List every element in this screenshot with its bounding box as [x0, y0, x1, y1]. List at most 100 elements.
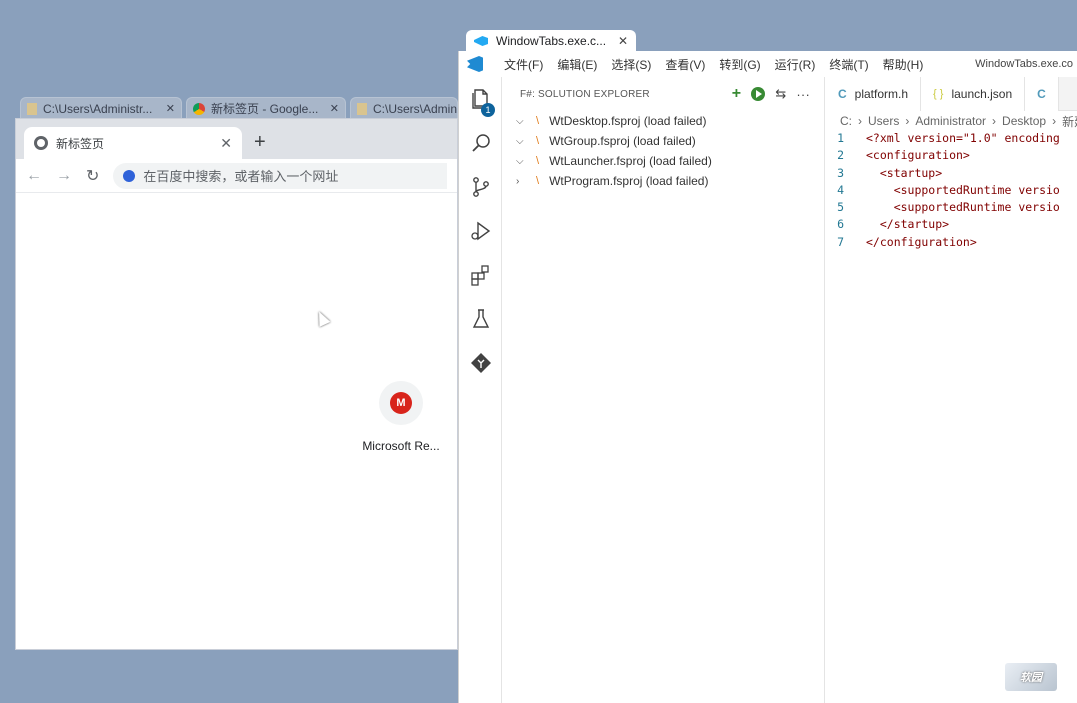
- run-debug-activity[interactable]: [459, 209, 502, 253]
- chevron-down-icon: ⌵: [516, 155, 524, 167]
- fsproj-icon: \: [536, 155, 540, 167]
- close-icon[interactable]: ✕: [330, 102, 339, 115]
- git-activity[interactable]: [459, 341, 502, 385]
- git-icon: [470, 353, 491, 373]
- tab-platform-h[interactable]: C platform.h: [826, 77, 922, 111]
- breadcrumb-item[interactable]: C:: [840, 114, 852, 128]
- chrome-tabstrip: 新标签页 ✕ +: [16, 119, 457, 159]
- line-text: </configuration>: [866, 234, 977, 249]
- menu-bar: 文件(F) 编辑(E) 选择(S) 查看(V) 转到(G) 运行(R) 终端(T…: [459, 51, 1077, 77]
- menu-help[interactable]: 帮助(H): [876, 56, 931, 73]
- window-title: WindowTabs.exe.co: [975, 58, 1073, 70]
- menu-edit[interactable]: 编辑(E): [550, 56, 604, 73]
- shortcut-tile[interactable]: M Microsoft Re...: [356, 381, 446, 453]
- c-file-icon: C: [838, 87, 847, 101]
- extensions-activity[interactable]: [459, 253, 502, 297]
- menu-terminal[interactable]: 终端(T): [822, 56, 875, 73]
- chrome-icon: [193, 102, 205, 115]
- explorer-activity[interactable]: 1: [459, 77, 502, 121]
- outer-tab-label: C:\Users\Administr...: [43, 101, 153, 116]
- tab-overflow[interactable]: C: [1025, 77, 1059, 111]
- line-number: 3: [837, 165, 844, 180]
- project-item[interactable]: ⌵ \ WtGroup.fsproj (load failed): [502, 131, 824, 151]
- breadcrumb-item[interactable]: Administrator: [915, 114, 986, 128]
- outer-tab-vscode[interactable]: WindowTabs.exe.c... ✕: [466, 30, 636, 52]
- outer-tab-label: 新标签页 - Google...: [211, 102, 319, 116]
- explorer-badge: 1: [481, 103, 495, 117]
- chevron-right-icon: ›: [992, 114, 997, 128]
- testing-activity[interactable]: [459, 297, 502, 341]
- source-control-icon: [472, 177, 489, 197]
- line-text: <supportedRuntime versio: [866, 182, 1060, 197]
- project-item[interactable]: › \ WtProgram.fsproj (load failed): [502, 171, 824, 191]
- close-icon[interactable]: ✕: [618, 34, 628, 48]
- back-arrow-icon[interactable]: ←: [26, 167, 42, 185]
- code-editor[interactable]: 1 <?xml version="1.0" encoding 2 <configur…: [826, 131, 1077, 252]
- breadcrumb: C: › Users › Administrator › Desktop › 新…: [826, 111, 1077, 131]
- project-name: WtLauncher.fsproj (load failed): [549, 154, 712, 168]
- breadcrumb-item[interactable]: Users: [868, 114, 899, 128]
- code-line: 1 <?xml version="1.0" encoding: [826, 131, 1077, 148]
- menu-file[interactable]: 文件(F): [497, 56, 550, 73]
- vscode-icon: [474, 36, 488, 46]
- search-activity[interactable]: [459, 121, 502, 165]
- source-control-activity[interactable]: [459, 165, 502, 209]
- sidebar-title: F#: SOLUTION EXPLORER: [520, 88, 650, 100]
- new-tab-button[interactable]: +: [254, 131, 266, 154]
- line-number: 4: [837, 182, 844, 197]
- run-icon[interactable]: [751, 87, 766, 101]
- folder-icon: [357, 102, 367, 115]
- run-debug-icon: [470, 221, 490, 241]
- activity-bar: 1: [459, 77, 502, 703]
- line-number: 1: [837, 131, 844, 145]
- menu-run[interactable]: 运行(R): [768, 56, 823, 73]
- project-item[interactable]: ⌵ \ WtLauncher.fsproj (load failed): [502, 151, 824, 171]
- editor-tab-label: platform.h: [854, 87, 909, 101]
- fsproj-icon: \: [536, 175, 540, 187]
- close-icon[interactable]: ✕: [166, 102, 175, 115]
- omnibox-input[interactable]: 在百度中搜索，或者输入一个网址: [113, 162, 447, 189]
- chevron-right-icon: ›: [1052, 114, 1057, 128]
- menu-go[interactable]: 转到(G): [712, 56, 767, 73]
- refresh-icon[interactable]: ⇆: [775, 86, 786, 102]
- chevron-right-icon: ›: [905, 114, 910, 128]
- menu-selection[interactable]: 选择(S): [604, 56, 658, 73]
- code-line: 5 <supportedRuntime versio: [826, 200, 1077, 217]
- line-text: </startup>: [866, 217, 950, 232]
- chrome-tab-newtab[interactable]: 新标签页 ✕: [24, 127, 242, 159]
- solution-explorer: F#: SOLUTION EXPLORER + ⇆ ··· ⌵ \ WtDesk…: [502, 77, 825, 703]
- outer-tab-chrome[interactable]: 新标签页 - Google... ✕: [186, 97, 346, 119]
- outer-tab-label: WindowTabs.exe.c...: [496, 34, 607, 48]
- chevron-down-icon: ⌵: [516, 135, 524, 147]
- mouse-cursor-icon: [313, 309, 331, 327]
- tab-launch-json[interactable]: { } launch.json: [921, 77, 1026, 111]
- vscode-logo-icon: [467, 56, 483, 72]
- shortcut-letter: M: [390, 392, 412, 414]
- globe-icon: [34, 136, 48, 150]
- breadcrumb-item[interactable]: Desktop: [1002, 114, 1046, 128]
- breadcrumb-item[interactable]: 新建: [1062, 113, 1077, 130]
- chevron-down-icon: ⌵: [516, 115, 524, 127]
- sidebar-header: F#: SOLUTION EXPLORER + ⇆ ···: [502, 77, 824, 111]
- close-tab-icon[interactable]: ✕: [220, 135, 232, 152]
- project-name: WtProgram.fsproj (load failed): [549, 174, 709, 188]
- project-item[interactable]: ⌵ \ WtDesktop.fsproj (load failed): [502, 111, 824, 131]
- menu-view[interactable]: 查看(V): [658, 56, 712, 73]
- outer-tab-explorer-1[interactable]: C:\Users\Administr... ✕: [20, 97, 182, 119]
- code-line: 4 <supportedRuntime versio: [826, 183, 1077, 200]
- extensions-icon: [470, 265, 489, 286]
- flask-icon: [472, 309, 489, 328]
- chrome-window: 新标签页 ✕ + ← → ↻ 在百度中搜索，或者输入一个网址 M Microso…: [15, 118, 458, 650]
- add-icon[interactable]: +: [732, 85, 742, 103]
- line-number: 7: [837, 234, 844, 249]
- line-number: 5: [837, 200, 844, 215]
- project-name: WtGroup.fsproj (load failed): [549, 134, 696, 148]
- shortcut-icon: M: [379, 381, 423, 425]
- line-text: <configuration>: [866, 148, 970, 163]
- outer-tab-label: C:\Users\Admin: [373, 101, 458, 116]
- reload-icon[interactable]: ↻: [86, 166, 99, 186]
- forward-arrow-icon[interactable]: →: [56, 167, 72, 185]
- search-icon: [471, 134, 490, 152]
- outer-tab-explorer-2[interactable]: C:\Users\Admin: [350, 97, 458, 119]
- more-icon[interactable]: ···: [796, 87, 810, 102]
